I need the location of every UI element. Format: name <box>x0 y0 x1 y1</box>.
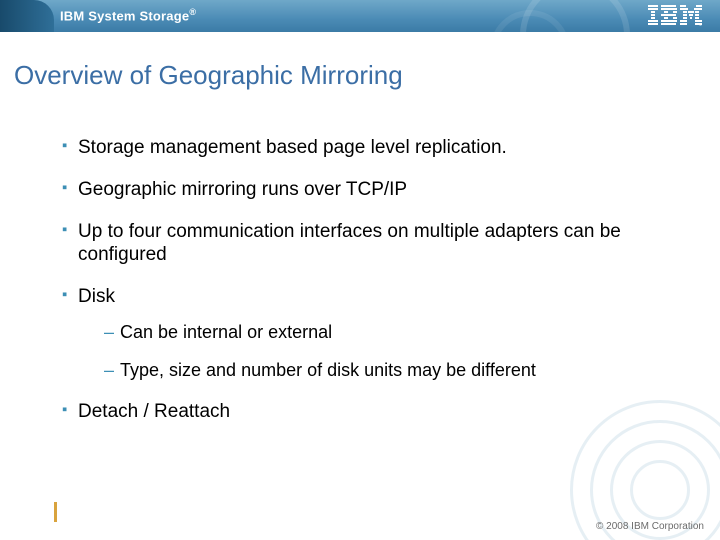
product-name-text: IBM System Storage <box>60 8 189 23</box>
header-accent <box>0 0 54 32</box>
bullet-text: Detach / Reattach <box>78 401 230 422</box>
slide-title: Overview of Geographic Mirroring <box>14 60 720 91</box>
bullet-text: Storage management based page level repl… <box>78 137 507 158</box>
sub-item: Can be internal or external <box>104 321 680 344</box>
svg-text:®: ® <box>699 22 702 27</box>
bullet-text: Geographic mirroring runs over TCP/IP <box>78 179 407 200</box>
bullet-text: Disk <box>78 286 115 307</box>
copyright-text: © 2008 IBM Corporation <box>596 521 704 532</box>
bullet-item: Geographic mirroring runs over TCP/IP <box>62 178 680 202</box>
bullet-item: Up to four communication interfaces on m… <box>62 220 680 268</box>
sub-text: Can be internal or external <box>120 322 332 342</box>
sub-item: Type, size and number of disk units may … <box>104 359 680 382</box>
bullet-item: Storage management based page level repl… <box>62 136 680 160</box>
bullet-text: Up to four communication interfaces on m… <box>78 221 621 266</box>
header-bar: IBM System Storage® <box>0 0 720 32</box>
accent-bar <box>54 502 57 522</box>
slide: IBM System Storage® <box>0 0 720 540</box>
ibm-logo-icon: ® <box>648 5 702 32</box>
bullet-item: Detach / Reattach <box>62 400 680 424</box>
content-area: Storage management based page level repl… <box>0 136 720 424</box>
product-name: IBM System Storage® <box>60 7 196 23</box>
sub-text: Type, size and number of disk units may … <box>120 360 536 380</box>
sub-list: Can be internal or external Type, size a… <box>104 321 680 382</box>
bullet-item: Disk Can be internal or external Type, s… <box>62 285 680 382</box>
registered-mark: ® <box>189 7 196 17</box>
